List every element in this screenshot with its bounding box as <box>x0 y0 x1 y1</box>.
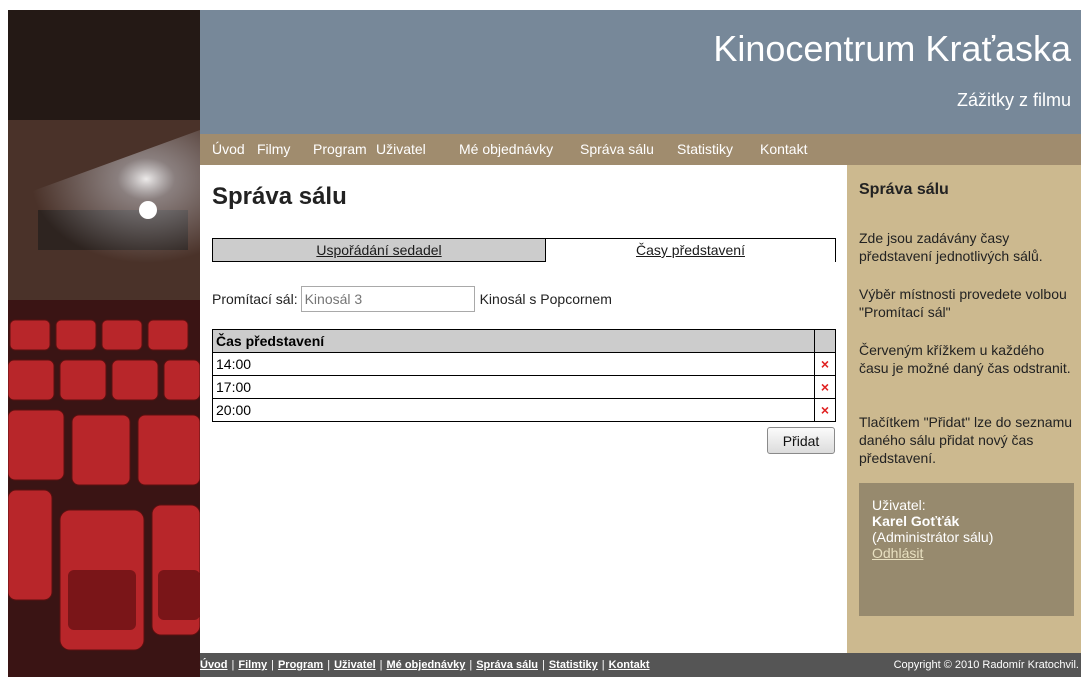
footer-link-uvod[interactable]: Úvod <box>200 659 228 671</box>
tab-bar: Uspořádání sedadel Časy představení <box>212 238 836 262</box>
nav-item-kontakt[interactable]: Kontakt <box>760 141 807 157</box>
site-header: Kinocentrum Kraťaska Zážitky z filmu <box>200 10 1081 134</box>
hall-label: Promítací sál: <box>212 291 298 307</box>
show-times-table: Čas představení 14:00 × 17:00 × 20:00 × <box>212 329 836 422</box>
main-nav: Úvod Filmy Program Uživatel Mé objednávk… <box>200 134 1081 165</box>
footer-links: Úvod | Filmy | Program | Uživatel | Mé objednávk… <box>200 659 650 671</box>
column-header-time: Čas představení <box>212 329 815 353</box>
help-sidebar: Správa sálu Zde jsou zadávány časy předs… <box>847 165 1081 653</box>
cinema-seats-illustration <box>8 10 200 677</box>
footer-link-filmy[interactable]: Filmy <box>238 659 267 671</box>
delete-icon[interactable]: × <box>821 356 829 372</box>
footer-link-sprava-salu[interactable]: Správa sálu <box>476 659 538 671</box>
sidebar-help-text: Zde jsou zadávány časy představení jedno… <box>859 230 1043 264</box>
tab-seat-layout[interactable]: Uspořádání sedadel <box>212 238 546 262</box>
tab-show-times[interactable]: Časy představení <box>546 238 836 262</box>
sidebar-help-text: Tlačítkem "Přidat" lze do seznamu daného… <box>859 414 1073 466</box>
main-content: Správa sálu Uspořádání sedadel Časy před… <box>200 165 847 653</box>
footer-link-statistiky[interactable]: Statistiky <box>549 659 598 671</box>
hall-name: Kinosál s Popcornem <box>479 291 612 307</box>
add-time-button[interactable]: Přidat <box>767 427 835 454</box>
sidebar-title: Správa sálu <box>859 181 949 198</box>
delete-cell: × <box>814 375 836 399</box>
nav-item-program[interactable]: Program <box>313 141 367 157</box>
show-time-cell: 17:00 <box>212 375 815 399</box>
user-info-box: Uživatel: Karel Goťťák (Administrátor sá… <box>859 483 1074 616</box>
table-header-row: Čas představení <box>212 329 836 353</box>
delete-cell: × <box>814 352 836 376</box>
user-name: Karel Goťťák <box>872 513 960 529</box>
footer-link-uzivatel[interactable]: Uživatel <box>334 659 376 671</box>
footer-separator: | <box>541 659 545 671</box>
nav-item-uvod[interactable]: Úvod <box>212 141 245 157</box>
footer-link-kontakt[interactable]: Kontakt <box>609 659 650 671</box>
nav-item-statistiky[interactable]: Statistiky <box>677 141 733 157</box>
nav-item-me-objednavky[interactable]: Mé objednávky <box>459 141 553 157</box>
table-row: 17:00 × <box>212 375 836 399</box>
delete-icon[interactable]: × <box>821 402 829 418</box>
footer-separator: | <box>469 659 473 671</box>
nav-item-uzivatel[interactable]: Uživatel <box>376 141 426 157</box>
page-title: Správa sálu <box>212 183 347 210</box>
site-title: Kinocentrum Kraťaska <box>713 28 1071 69</box>
logout-link[interactable]: Odhlásit <box>872 545 1061 561</box>
footer-separator: | <box>601 659 605 671</box>
footer-link-me-objednavky[interactable]: Mé objednávky <box>387 659 466 671</box>
nav-item-sprava-salu[interactable]: Správa sálu <box>580 141 654 157</box>
table-row: 14:00 × <box>212 352 836 376</box>
show-time-cell: 20:00 <box>212 398 815 422</box>
user-role: (Administrátor sálu) <box>872 529 994 545</box>
table-row: 20:00 × <box>212 398 836 422</box>
footer-link-program[interactable]: Program <box>278 659 323 671</box>
footer-separator: | <box>327 659 331 671</box>
delete-icon[interactable]: × <box>821 379 829 395</box>
hall-input[interactable] <box>300 286 475 312</box>
delete-cell: × <box>814 398 836 422</box>
sidebar-help-text: Výběr místnosti provedete volbou "Promít… <box>859 286 1067 320</box>
copyright: Copyright © 2010 Radomír Kratochvil. <box>893 659 1079 671</box>
nav-item-filmy[interactable]: Filmy <box>257 141 290 157</box>
cinema-hall-photo <box>8 10 200 677</box>
footer-separator: | <box>379 659 383 671</box>
show-time-cell: 14:00 <box>212 352 815 376</box>
sidebar-help-text: Červeným křížkem u každého času je možné… <box>859 342 1071 376</box>
hall-selector: Promítací sál: Kinosál s Popcornem <box>212 286 612 312</box>
user-label: Uživatel: <box>872 497 926 513</box>
footer-separator: | <box>271 659 274 671</box>
column-header-actions <box>814 329 836 353</box>
footer-separator: | <box>231 659 235 671</box>
site-subtitle: Zážitky z filmu <box>956 90 1071 110</box>
site-footer: Úvod | Filmy | Program | Uživatel | Mé objednávk… <box>200 653 1081 677</box>
